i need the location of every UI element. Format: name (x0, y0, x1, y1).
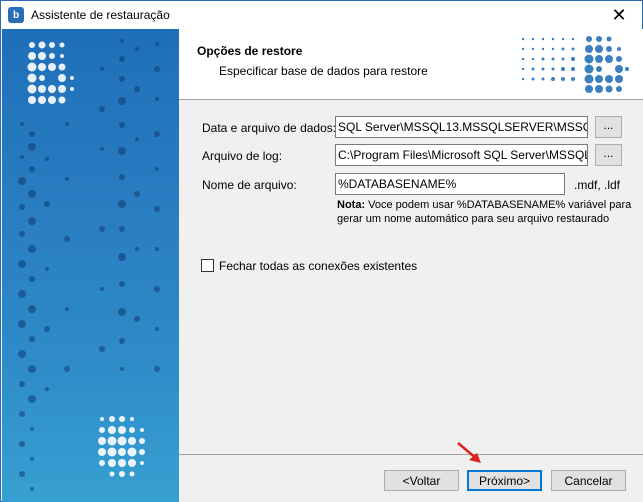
close-connections-checkbox[interactable] (201, 259, 214, 272)
next-button[interactable]: Próximo> (467, 470, 542, 491)
file-name-label: Nome de arquivo: (202, 178, 297, 192)
close-button[interactable]: ✕ (596, 1, 642, 29)
cancel-button[interactable]: Cancelar (551, 470, 626, 491)
page-subtitle: Especificar base de dados para restore (219, 64, 428, 78)
note-label: Nota: (337, 199, 366, 211)
browse-log-button[interactable]: ... (595, 144, 622, 166)
note-text: Nota: Voce podem usar %DATABASENAME% var… (337, 198, 632, 226)
log-file-label: Arquivo de log: (202, 149, 283, 163)
product-logo-icon (521, 36, 629, 93)
note-body: Voce podem usar %DATABASENAME% variável … (337, 199, 632, 225)
red-arrow-annotation-icon (457, 442, 481, 463)
wizard-header: Opções de restore Especificar base de da… (179, 29, 643, 100)
file-name-input[interactable]: %DATABASENAME% (335, 173, 565, 195)
page-title: Opções de restore (197, 44, 303, 58)
data-file-input[interactable]: SQL Server\MSSQL13.MSSQLSERVER\MSSQL\DAT… (335, 116, 588, 138)
decorative-dots-graphic (18, 39, 160, 491)
browse-data-button[interactable]: ... (595, 116, 622, 138)
log-file-input[interactable]: C:\Program Files\Microsoft SQL Server\MS… (335, 144, 588, 166)
window-title: Assistente de restauração (31, 8, 170, 22)
close-connections-label[interactable]: Fechar todas as conexões existentes (219, 259, 417, 273)
footer-divider (179, 454, 643, 455)
back-button[interactable]: <Voltar (384, 470, 459, 491)
sidebar-banner (2, 29, 179, 502)
file-extensions-text: .mdf, .ldf (574, 178, 621, 192)
wizard-content: Opções de restore Especificar base de da… (179, 29, 643, 502)
data-file-label: Data e arquivo de dados: (202, 121, 337, 135)
title-bar: b Assistente de restauração ✕ (1, 1, 642, 29)
app-icon: b (8, 7, 24, 23)
restore-wizard-window: b Assistente de restauração ✕ Opções de … (0, 0, 643, 502)
